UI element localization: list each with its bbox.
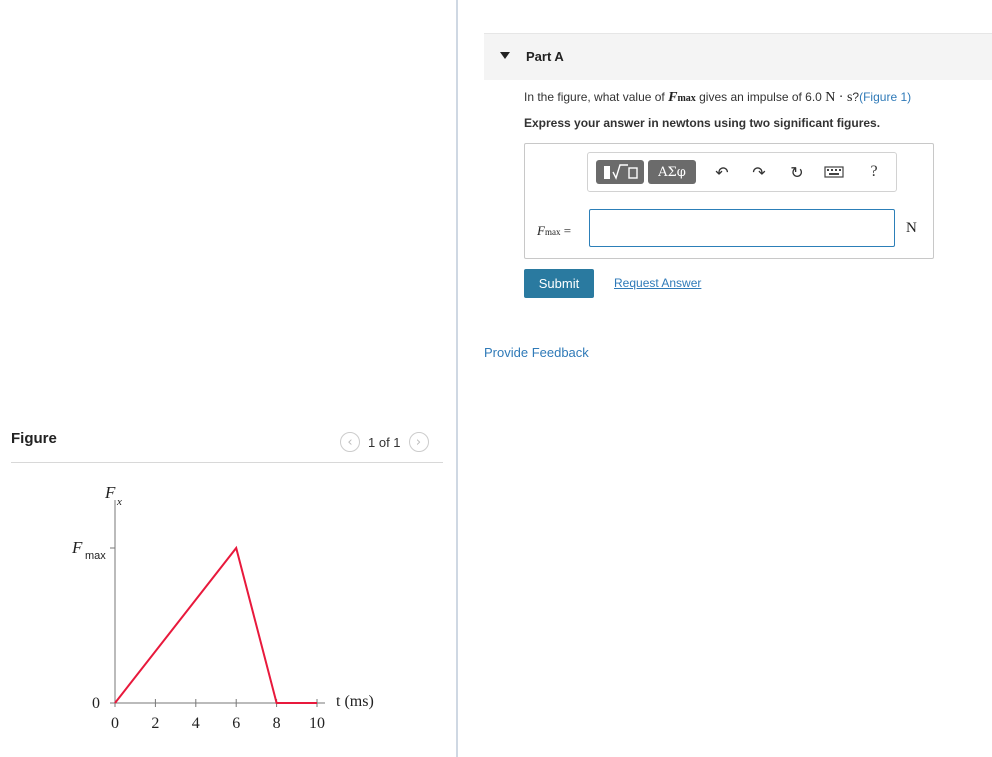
question-unit: N · s: [825, 90, 853, 105]
x-tick-label: 0: [111, 715, 119, 732]
question-mid: gives an impulse of 6.0: [695, 90, 826, 104]
panel-divider: [456, 0, 458, 757]
caret-down-icon[interactable]: [500, 52, 510, 59]
x-tick-label: 6: [232, 715, 240, 732]
keyboard-icon[interactable]: [824, 161, 844, 183]
pager-text: 1 of 1: [368, 434, 401, 450]
answer-box: ΑΣφ ↶ ↷ ↻ ? Fmax = N: [524, 143, 934, 259]
question-pre: In the figure, what value of: [524, 90, 669, 104]
instruction-text: Express your answer in newtons using two…: [524, 116, 881, 130]
figure-divider: [11, 462, 443, 463]
request-answer-link[interactable]: Request Answer: [614, 276, 701, 290]
answer-equals: =: [563, 223, 572, 238]
fmax-sub: max: [85, 550, 106, 562]
x-tick-label: 8: [273, 715, 281, 732]
templates-icon[interactable]: [596, 160, 644, 184]
origin-label: 0: [92, 695, 100, 712]
x-tick-label: 10: [309, 715, 325, 732]
submit-button[interactable]: Submit: [524, 269, 594, 298]
provide-feedback-link[interactable]: Provide Feedback: [484, 345, 589, 360]
x-axis-label: t (ms): [336, 693, 374, 710]
answer-label-sub: max: [544, 227, 561, 237]
answer-input[interactable]: [589, 209, 895, 247]
reset-icon[interactable]: ↻: [787, 161, 807, 183]
impulse-graph: F x F max 0 t (ms) 0 2 4 6 8 10: [71, 483, 374, 732]
figure-pager: ‹ 1 of 1 ›: [340, 432, 429, 452]
chevron-left-icon[interactable]: ‹: [340, 432, 360, 452]
figure-title: Figure: [11, 430, 57, 447]
chevron-right-icon[interactable]: ›: [408, 432, 429, 452]
x-tick-label: 2: [151, 715, 159, 732]
part-title: Part A: [526, 49, 564, 64]
y-axis-label: F: [104, 483, 116, 502]
force-curve: [114, 545, 317, 704]
redo-icon[interactable]: ↷: [749, 161, 769, 183]
answer-unit: N: [906, 220, 917, 236]
help-icon[interactable]: ?: [864, 161, 884, 183]
greek-symbols-button[interactable]: ΑΣφ: [648, 160, 696, 184]
fmax-label: F: [71, 538, 83, 557]
y-axis-sub: x: [116, 496, 122, 508]
answer-label-var: F: [537, 223, 545, 238]
answer-label: Fmax =: [537, 223, 571, 239]
part-header[interactable]: Part A: [484, 33, 992, 80]
figure-link[interactable]: (Figure 1): [859, 90, 911, 104]
question-text: In the figure, what value of Fmax gives …: [524, 90, 911, 106]
undo-icon[interactable]: ↶: [712, 161, 732, 183]
question-var-sub: max: [677, 93, 696, 104]
math-toolbar: ΑΣφ ↶ ↷ ↻ ?: [587, 152, 897, 192]
x-tick-label: 4: [192, 715, 200, 732]
